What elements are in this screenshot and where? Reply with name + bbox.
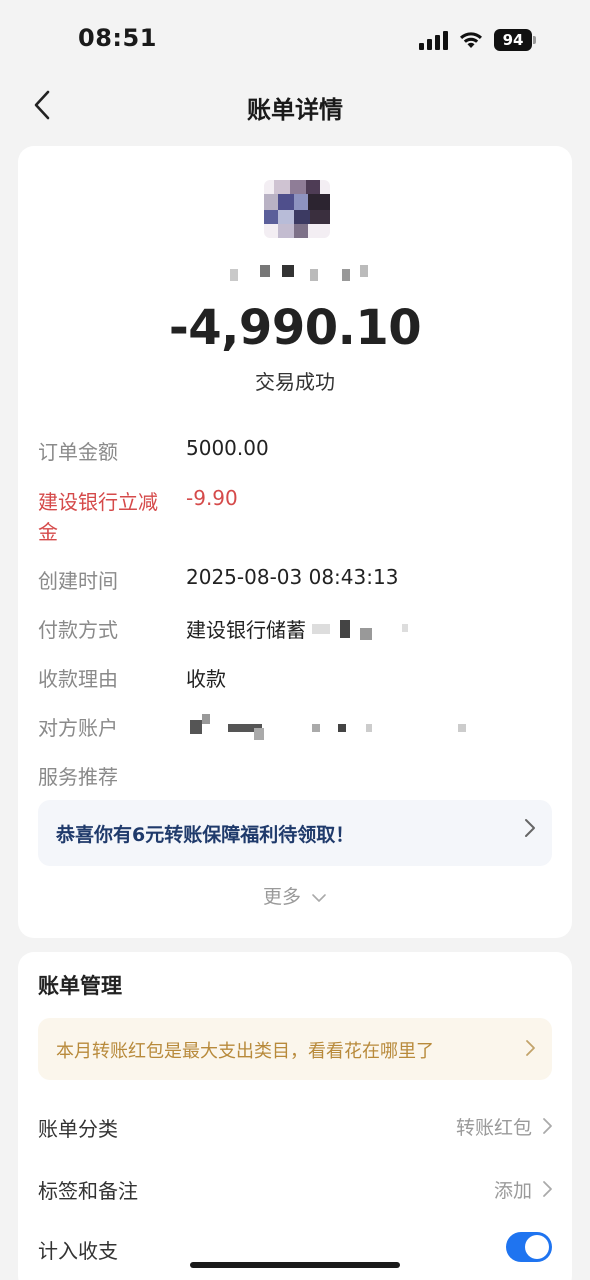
more-label: 更多 [262,886,301,908]
transaction-amount: -4,990.10 [168,300,422,356]
include-in-stats-toggle[interactable] [506,1232,552,1262]
payment-method-value: 建设银行储蓄 [186,618,306,642]
created-time-label: 创建时间 [38,569,118,593]
tags-notes-label: 标签和备注 [38,1179,138,1203]
transaction-status: 交易成功 [255,370,335,394]
avatar [264,180,330,238]
wifi-icon [458,30,484,50]
status-bar: 08:51 94 [0,0,590,80]
counterparty-account-label: 对方账户 [38,716,118,740]
include-in-stats-label: 计入收支 [38,1239,118,1263]
tip-text: 本月转账红包是最大支出类目，看看花在哪里了 [56,1041,434,1062]
chevron-right-icon [542,1116,553,1141]
bill-category-label: 账单分类 [38,1117,118,1141]
spending-insight-tip[interactable]: 本月转账红包是最大支出类目，看看花在哪里了 [38,1018,552,1080]
more-button[interactable]: 更多 [0,882,590,909]
order-amount-label: 订单金额 [38,440,118,464]
service-recommend-label: 服务推荐 [38,765,118,789]
status-time: 08:51 [78,24,157,52]
promo-text: 恭喜你有6元转账保障福利待领取！ [56,824,355,846]
signal-icon [419,30,448,50]
chevron-right-icon [525,1038,536,1063]
order-amount-value: 5000.00 [186,436,269,460]
bill-category-value: 转账红包 [455,1117,532,1139]
tags-notes-value: 添加 [493,1180,532,1202]
battery-level: 94 [494,29,532,51]
discount-label-line2: 金 [38,520,58,544]
chevron-down-icon [312,893,326,902]
discount-value: -9.90 [186,486,238,510]
transfer-protection-promo[interactable]: 恭喜你有6元转账保障福利待领取！ [38,800,552,866]
status-icons: 94 [419,28,536,52]
chevron-right-icon [524,818,536,844]
chevron-right-icon [542,1179,553,1204]
counterparty-name-redacted [230,265,370,281]
payment-reason-value: 收款 [186,667,226,691]
toggle-knob [525,1235,549,1259]
created-time-value: 2025-08-03 08:43:13 [186,565,399,589]
counterparty-account-redacted [190,714,480,742]
discount-label: 建设银行立减 [38,490,158,514]
bill-management-title: 账单管理 [38,974,122,998]
payment-method-label: 付款方式 [38,618,118,642]
nav-bar: 账单详情 [0,80,590,130]
payment-reason-label: 收款理由 [38,667,118,691]
battery-icon: 94 [494,29,536,51]
page-title: 账单详情 [247,96,343,124]
home-indicator [190,1262,400,1268]
card-number-redacted [312,620,412,640]
